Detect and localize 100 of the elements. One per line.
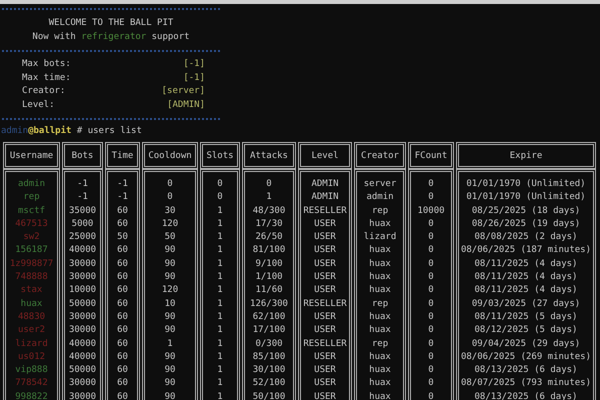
info-label: Level: [22, 98, 55, 112]
column-header: Bots [62, 142, 103, 169]
table-cell: 90 [142, 350, 198, 364]
table-cell: 0 [242, 169, 296, 192]
table-cell: 90 [142, 390, 198, 400]
username-cell: 156187 [3, 244, 60, 258]
table-cell: 50 [105, 231, 140, 244]
table-cell: rep [354, 338, 406, 351]
table-cell: 1 [200, 350, 240, 364]
banner-subtitle: Now with refrigerator support [31, 31, 191, 44]
username-cell: huax [3, 298, 60, 311]
table-cell: huax [354, 390, 406, 400]
table-cell: 08/11/2025 (4 days) [456, 271, 596, 284]
table-cell: 0 [408, 364, 454, 378]
info-label: Creator: [22, 85, 66, 98]
table-cell: admin [354, 191, 406, 205]
table-cell: RESELLER [298, 204, 352, 218]
username-cell: user2 [3, 324, 60, 338]
table-cell: 60 [105, 390, 140, 400]
info-label: Max bots: [22, 58, 71, 71]
table-cell: 0 [408, 271, 454, 284]
username-cell: 748888 [3, 271, 60, 284]
column-header: Creator [354, 142, 406, 169]
column-header: Level [298, 142, 352, 169]
command-prompt: admin@ballpit # users list [1, 125, 143, 138]
table-cell: 40000 [62, 244, 103, 258]
table-cell: 08/11/2025 (4 days) [456, 284, 596, 298]
username-cell: lizard [3, 338, 60, 351]
table-cell: huax [354, 350, 406, 364]
table-cell: 10000 [408, 204, 454, 218]
table-cell: USER [298, 271, 352, 284]
table-cell: 0 [408, 231, 454, 244]
username-cell: 1z998877 [3, 258, 60, 272]
table-cell: 60 [105, 338, 140, 351]
table-cell: -1 [105, 169, 140, 192]
table-cell: USER [298, 377, 352, 391]
table-cell: 50000 [62, 364, 103, 378]
table-cell: 1 [200, 231, 240, 244]
column-header: Attacks [242, 142, 296, 169]
table-cell: 40000 [62, 338, 103, 351]
table-cell: USER [298, 218, 352, 232]
table-cell: huax [354, 310, 406, 324]
username-cell: vip888 [3, 364, 60, 378]
table-cell: 08/07/2025 (793 minutes) [456, 377, 596, 391]
table-cell: 1 [200, 377, 240, 391]
table-cell: 85/100 [242, 350, 296, 364]
table-cell: 126/300 [242, 298, 296, 311]
table-cell: 0 [408, 258, 454, 272]
table-cell: 60 [105, 324, 140, 338]
table-cell: 81/100 [242, 244, 296, 258]
table-cell: huax [354, 364, 406, 378]
table-cell: rep [354, 298, 406, 311]
table-cell: huax [354, 271, 406, 284]
table-cell: 1 [200, 324, 240, 338]
table-cell: 60 [105, 310, 140, 324]
column-header: FCount [408, 142, 454, 169]
column-header: Cooldown [142, 142, 198, 169]
info-value: [server] [162, 85, 205, 98]
table-cell: RESELLER [298, 338, 352, 351]
table-cell: 08/11/2025 (5 days) [456, 310, 596, 324]
table-cell: USER [298, 231, 352, 244]
table-cell: 90 [142, 324, 198, 338]
table-cell: 0 [408, 310, 454, 324]
table-cell: 01/01/1970 (Unlimited) [456, 169, 596, 192]
table-cell: 60 [105, 204, 140, 218]
table-cell: 0 [408, 350, 454, 364]
table-cell: USER [298, 258, 352, 272]
column-header: Username [3, 142, 60, 169]
table-cell: 08/06/2025 (187 minutes) [456, 244, 596, 258]
table-cell: ADMIN [298, 169, 352, 192]
table-cell: 0 [408, 390, 454, 400]
table-cell: USER [298, 310, 352, 324]
table-cell: 62/100 [242, 310, 296, 324]
table-cell: USER [298, 284, 352, 298]
table-cell: 0 [200, 191, 240, 205]
table-cell: 60 [105, 298, 140, 311]
table-cell: 09/04/2025 (29 days) [456, 338, 596, 351]
table-cell: 60 [105, 350, 140, 364]
table-cell: 1 [200, 338, 240, 351]
table-cell: 120 [142, 218, 198, 232]
table-cell: 08/08/2025 (2 days) [456, 231, 596, 244]
table-cell: 10000 [62, 284, 103, 298]
table-cell: 5000 [62, 218, 103, 232]
username-cell: us012 [3, 350, 60, 364]
table-cell: 90 [142, 271, 198, 284]
table-cell: 60 [105, 271, 140, 284]
table-cell: 09/03/2025 (27 days) [456, 298, 596, 311]
table-cell: 90 [142, 364, 198, 378]
table-cell: 30000 [62, 377, 103, 391]
table-cell: ADMIN [298, 191, 352, 205]
table-cell: 0 [142, 191, 198, 205]
username-cell: 998822 [3, 390, 60, 400]
username-cell: msctf [3, 204, 60, 218]
table-cell: USER [298, 350, 352, 364]
table-cell: 0 [408, 284, 454, 298]
table-cell: 35000 [62, 204, 103, 218]
table-cell: 30 [142, 204, 198, 218]
table-cell: 60 [105, 258, 140, 272]
table-cell: 60 [105, 364, 140, 378]
table-cell: 60 [105, 244, 140, 258]
